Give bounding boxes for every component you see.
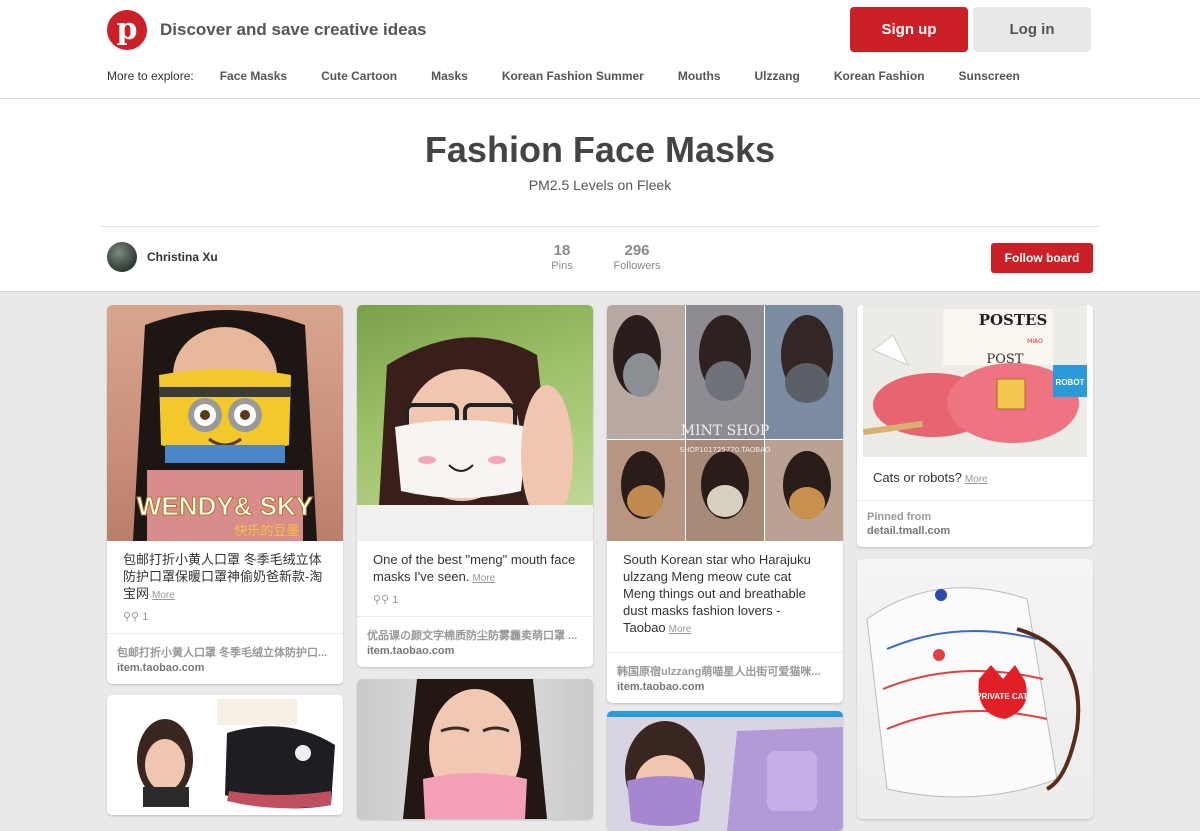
cat-robot-masks-illustration: POSTES POST MIAO ROBOT <box>862 305 1087 457</box>
followers-count: 296 <box>624 242 650 259</box>
pin-source-title: 韩国原宿ulzzang萌喵星人出街可爱猫咪... <box>617 666 821 678</box>
pin-card[interactable]: WENDY& SKY 快乐的豆墨 包邮打折小黄人口罩 冬季毛绒立体防护口罩保暖口… <box>107 305 343 684</box>
repin-count-value: 1 <box>142 611 149 623</box>
sign-up-button[interactable]: Sign up <box>850 7 968 52</box>
pin-card[interactable]: MINT SHOP SHOP101725770.TAOBAO South Kor… <box>607 305 843 703</box>
pin-image[interactable]: MINT SHOP SHOP101725770.TAOBAO <box>607 305 843 541</box>
image-text-postes: POSTES <box>979 311 1048 329</box>
pin-source-domain: item.taobao.com <box>617 681 705 693</box>
pin-description: Cats or robots? More <box>857 457 1093 494</box>
pin-description: One of the best "meng" mouth face masks … <box>357 541 593 593</box>
top-bar: p Discover and save creative ideas Sign … <box>0 0 1200 99</box>
image-text-miao: MIAO <box>1027 338 1043 345</box>
pin-image[interactable] <box>357 305 593 541</box>
pin-source-title: 优品课の颜文字棉质防尘防雾霾卖萌口罩 ... <box>367 630 578 642</box>
pin-source-title: 包邮打折小黄人口罩 冬季毛绒立体防护口... <box>117 647 328 659</box>
pin-description: South Korean star who Harajuku ulzzang M… <box>607 541 843 644</box>
pin-more-link[interactable]: More <box>965 474 988 485</box>
minion-mask-illustration: WENDY& SKY 快乐的豆墨 <box>133 310 317 541</box>
pins-count: 18 <box>553 242 571 259</box>
board-description: PM2.5 Levels on Fleek <box>528 177 672 193</box>
pin-source[interactable]: 韩国原宿ulzzang萌喵星人出街可爱猫咪... item.taobao.com <box>607 652 843 703</box>
explore-label: More to explore: <box>107 69 194 83</box>
log-in-button[interactable]: Log in <box>973 7 1091 52</box>
followers-label: Followers <box>613 260 661 272</box>
private-cat-mask-illustration: PRIVATE CAT <box>866 587 1081 798</box>
pin-card[interactable] <box>107 695 343 815</box>
board-owner-name[interactable]: Christina Xu <box>147 250 218 264</box>
pin-source[interactable]: 包邮打折小黄人口罩 冬季毛绒立体防护口... item.taobao.com <box>107 633 343 684</box>
pin-source[interactable]: Pinned from detail.tmall.com <box>857 500 1093 547</box>
avatar[interactable] <box>107 242 137 272</box>
pin-image[interactable] <box>357 679 593 819</box>
pin-image-text: WENDY& SKY <box>137 491 313 521</box>
pin-description: 包邮打折小黄人口罩 冬季毛绒立体防护口罩保暖口罩神偷奶爸新款-淘宝网 More <box>107 541 343 610</box>
pin-image[interactable]: WENDY& SKY 快乐的豆墨 <box>107 305 343 541</box>
explore-bar: More to explore: Face Masks Cute Cartoon… <box>107 68 1054 84</box>
repin-count-value: 1 <box>392 594 399 606</box>
pin-image-subtext: 快乐的豆墨 <box>234 523 299 539</box>
pin-source-domain: item.taobao.com <box>117 662 205 674</box>
pin-card[interactable]: PRIVATE CAT <box>857 559 1093 819</box>
pin-repin-count: ⚲⚲ 1 <box>107 610 343 633</box>
explore-link-cute-cartoon[interactable]: Cute Cartoon <box>321 69 397 83</box>
pin-description-text: Cats or robots? <box>873 470 962 485</box>
watermark-text: MINT SHOP <box>681 423 770 439</box>
pinterest-logo-icon[interactable]: p <box>107 10 147 50</box>
meng-mask-illustration <box>357 337 593 541</box>
cat-masks-collage: MINT SHOP SHOP101725770.TAOBAO <box>607 305 843 541</box>
explore-link-sunscreen[interactable]: Sunscreen <box>959 69 1020 83</box>
pin-more-link[interactable]: More <box>669 624 692 635</box>
board-title: Fashion Face Masks <box>424 129 776 170</box>
follow-board-button[interactable]: Follow board <box>991 243 1093 273</box>
pin-image[interactable]: PRIVATE CAT <box>857 559 1093 819</box>
explore-link-masks[interactable]: Masks <box>431 69 468 83</box>
board-header: Fashion Face Masks PM2.5 Levels on Fleek… <box>0 99 1200 292</box>
image-text-robot: ROBOT <box>1056 378 1085 387</box>
pin-image[interactable] <box>107 695 343 815</box>
pin-more-link[interactable]: More <box>152 590 175 601</box>
pin-repin-count: ⚲⚲ 1 <box>357 593 593 616</box>
repin-icon: ⚲⚲ <box>373 594 390 606</box>
pinned-from-label: Pinned from <box>867 511 932 523</box>
explore-link-korean-fashion-summer[interactable]: Korean Fashion Summer <box>502 69 644 83</box>
followers-stat[interactable]: 296 Followers <box>602 242 672 272</box>
pins-label: Pins <box>551 260 573 272</box>
pink-mask-illustration <box>403 679 547 819</box>
pin-card[interactable]: One of the best "meng" mouth face masks … <box>357 305 593 667</box>
pin-source-domain: item.taobao.com <box>367 645 455 657</box>
purple-mask-illustration <box>625 721 843 831</box>
explore-link-korean-fashion[interactable]: Korean Fashion <box>834 69 925 83</box>
pin-image[interactable] <box>607 711 843 831</box>
pin-image[interactable]: POSTES POST MIAO ROBOT <box>857 305 1093 457</box>
tagline: Discover and save creative ideas <box>160 20 427 39</box>
pin-more-link[interactable]: More <box>472 573 495 584</box>
repin-icon: ⚲⚲ <box>123 611 140 623</box>
pin-card[interactable]: POSTES POST MIAO ROBOT Cats or robots? Mo… <box>857 305 1093 547</box>
explore-link-ulzzang[interactable]: Ulzzang <box>755 69 800 83</box>
pin-source[interactable]: 优品课の颜文字棉质防尘防雾霾卖萌口罩 ... item.taobao.com <box>357 616 593 667</box>
pin-card[interactable] <box>357 679 593 819</box>
black-cat-mask-illustration <box>137 699 335 809</box>
pins-stat[interactable]: 18 Pins <box>527 242 597 272</box>
pin-card[interactable] <box>607 711 843 831</box>
pin-description-text: South Korean star who Harajuku ulzzang M… <box>623 552 811 635</box>
image-text-private-cat: PRIVATE CAT <box>976 692 1028 701</box>
explore-link-face-masks[interactable]: Face Masks <box>220 69 287 83</box>
watermark-subtext: SHOP101725770.TAOBAO <box>680 446 771 454</box>
divider <box>100 226 1100 227</box>
pin-source-domain: detail.tmall.com <box>867 525 951 537</box>
explore-link-mouths[interactable]: Mouths <box>678 69 721 83</box>
